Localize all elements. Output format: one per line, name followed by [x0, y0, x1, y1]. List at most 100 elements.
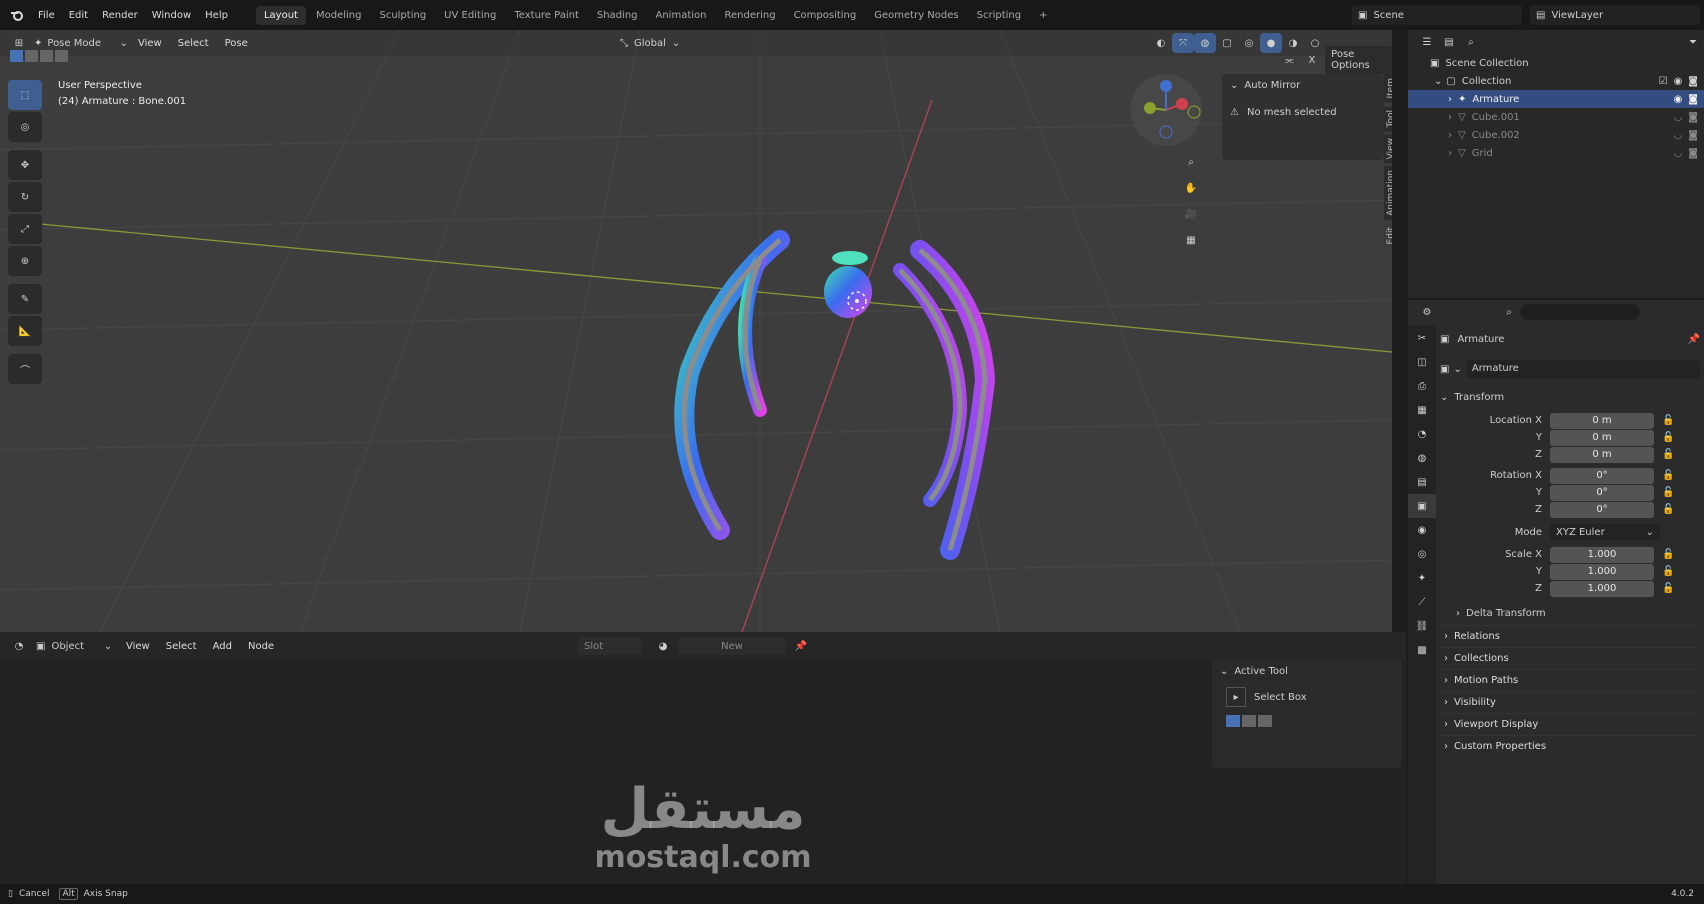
- armature-data-tab-icon[interactable]: ✦: [1408, 566, 1436, 590]
- location-y-field[interactable]: 0 m: [1550, 429, 1654, 446]
- outliner-row-cube002[interactable]: › ▽ Cube.002 ◡ ◙: [1408, 126, 1704, 144]
- object-tab-icon[interactable]: ▣: [1408, 494, 1436, 518]
- eye-closed-icon[interactable]: ◡: [1674, 130, 1683, 141]
- tab-texture-paint[interactable]: Texture Paint: [506, 6, 587, 25]
- menu-select[interactable]: Select: [166, 641, 197, 652]
- view-layer-tab-icon[interactable]: ▦: [1408, 398, 1436, 422]
- tab-compositing[interactable]: Compositing: [786, 6, 865, 25]
- transform-header[interactable]: ⌄ Transform: [1440, 386, 1700, 408]
- tab-animation[interactable]: Animation: [648, 6, 715, 25]
- scale-z-field[interactable]: 1.000: [1550, 580, 1654, 597]
- menu-help[interactable]: Help: [205, 10, 228, 21]
- xray-icon[interactable]: ▢: [1216, 33, 1238, 53]
- pose-options-button[interactable]: Pose Options: [1325, 46, 1392, 74]
- properties-editor[interactable]: ⚙ ⌕ ✂ ◫ ⎙ ▦ ◔ ◍ ▤ ▣ ◉ ◎ ✦ ⟋ ⛓ ▩ ▣ Armatu…: [1408, 300, 1704, 884]
- transform-tool-icon[interactable]: ⊕: [8, 246, 42, 276]
- lock-icon[interactable]: 🔓: [1662, 583, 1674, 594]
- location-z-field[interactable]: 0 m: [1550, 446, 1654, 463]
- relations-panel[interactable]: › Relations: [1440, 625, 1700, 647]
- scale-x-field[interactable]: 1.000: [1550, 546, 1654, 563]
- editor-type-icon[interactable]: ☰: [1416, 32, 1438, 52]
- annotate-tool-icon[interactable]: ✎: [8, 284, 42, 314]
- tab-modeling[interactable]: Modeling: [308, 6, 370, 25]
- cursor-tool-icon[interactable]: ◎: [8, 112, 42, 142]
- select-box-tool-icon[interactable]: ⬚: [8, 80, 42, 110]
- camera-icon[interactable]: ◙: [1688, 76, 1698, 87]
- rotation-mode-dropdown[interactable]: XYZ Euler ⌄: [1550, 524, 1660, 540]
- eye-icon[interactable]: ◉: [1674, 94, 1683, 105]
- collections-panel[interactable]: › Collections: [1440, 647, 1700, 669]
- outliner-row-grid[interactable]: › ▽ Grid ◡ ◙: [1408, 144, 1704, 162]
- editor-type-icon[interactable]: ⚙: [1416, 302, 1438, 322]
- texture-tab-icon[interactable]: ▩: [1408, 638, 1436, 662]
- lock-icon[interactable]: 🔓: [1662, 549, 1674, 560]
- tab-rendering[interactable]: Rendering: [716, 6, 783, 25]
- camera-icon[interactable]: ◙: [1688, 94, 1698, 105]
- search-icon[interactable]: ⌕: [1460, 32, 1482, 52]
- navigation-gizmo[interactable]: [1130, 74, 1202, 146]
- search-icon[interactable]: ⌕: [1498, 302, 1520, 322]
- pan-hand-icon[interactable]: ✋: [1180, 178, 1202, 198]
- select-box-icon[interactable]: ▸: [1226, 687, 1246, 707]
- tab-shading[interactable]: Shading: [589, 6, 646, 25]
- spider-model[interactable]: [674, 230, 996, 560]
- menu-file[interactable]: File: [38, 10, 55, 21]
- eye-closed-icon[interactable]: ◡: [1674, 148, 1683, 159]
- outliner-row-collection[interactable]: ⌄ ▢ Collection ☑ ◉ ◙: [1408, 72, 1704, 90]
- select-extend-icon[interactable]: [1242, 715, 1256, 727]
- outliner-row-armature[interactable]: › ✦ Armature ◉ ◙: [1408, 90, 1704, 108]
- lock-icon[interactable]: 🔓: [1662, 415, 1674, 426]
- filter-icon[interactable]: ⏷: [1682, 32, 1704, 52]
- lock-icon[interactable]: 🔓: [1662, 504, 1674, 515]
- outliner[interactable]: ☰ ▤ ⌕ ⏷ ▣ Scene Collection ⌄ ▢ Collectio…: [1408, 30, 1704, 298]
- menu-node[interactable]: Node: [248, 641, 274, 652]
- output-tab-icon[interactable]: ⎙: [1408, 374, 1436, 398]
- object-name-field[interactable]: Armature: [1465, 360, 1700, 378]
- world-tab-icon[interactable]: ◍: [1408, 446, 1436, 470]
- material-browse-icon[interactable]: ◕: [652, 636, 674, 656]
- x-axis-toggle[interactable]: X: [1303, 50, 1322, 70]
- physics-tab-icon[interactable]: ◎: [1408, 542, 1436, 566]
- lock-icon[interactable]: 🔓: [1662, 487, 1674, 498]
- 3d-viewport[interactable]: ⊞ ✦ Pose Mode ⌄ View Select Pose ⤡ Globa…: [0, 30, 1392, 632]
- editor-type-icon[interactable]: ◔: [8, 636, 30, 656]
- select-subtract-icon[interactable]: [40, 50, 53, 62]
- camera-icon[interactable]: ◙: [1688, 112, 1698, 123]
- auto-mirror-header[interactable]: ⌄ Auto Mirror: [1222, 74, 1384, 97]
- scene-tab-icon[interactable]: ◔: [1408, 422, 1436, 446]
- measure-tool-icon[interactable]: 📐: [8, 316, 42, 346]
- render-tab-icon[interactable]: ◫: [1408, 350, 1436, 374]
- rotation-x-field[interactable]: 0°: [1550, 467, 1654, 484]
- scene-selector[interactable]: ▣ Scene: [1352, 5, 1522, 25]
- object-selector[interactable]: ▣ Object ⌄: [36, 641, 112, 652]
- tab-view[interactable]: View: [1384, 133, 1392, 164]
- pin-icon[interactable]: 📌: [790, 636, 812, 656]
- menu-view[interactable]: View: [138, 38, 162, 49]
- pin-icon[interactable]: 📌: [1688, 334, 1700, 345]
- blender-logo-icon[interactable]: [6, 5, 28, 25]
- select-subtract-icon[interactable]: [1258, 715, 1272, 727]
- new-material-button[interactable]: New: [678, 637, 786, 655]
- camera-icon[interactable]: 🎥: [1180, 204, 1202, 224]
- mirror-x-icon[interactable]: ⫘: [1280, 50, 1299, 70]
- outliner-row-scene-collection[interactable]: ▣ Scene Collection: [1408, 54, 1704, 72]
- gizmo-icon[interactable]: ⤧: [1172, 33, 1194, 53]
- bone-tab-icon[interactable]: ⟋: [1408, 590, 1436, 614]
- orientation-selector[interactable]: ⤡ Global ⌄: [620, 38, 680, 49]
- visibility-icon[interactable]: ◐: [1150, 33, 1172, 53]
- menu-view[interactable]: View: [126, 641, 150, 652]
- motion-paths-panel[interactable]: › Motion Paths: [1440, 669, 1700, 691]
- select-invert-icon[interactable]: [55, 50, 68, 62]
- constraint-tab-icon[interactable]: ⛓: [1408, 614, 1436, 638]
- menu-add[interactable]: Add: [213, 641, 232, 652]
- collection-tab-icon[interactable]: ▤: [1408, 470, 1436, 494]
- solid-shading-icon[interactable]: ●: [1260, 33, 1282, 53]
- lock-icon[interactable]: 🔓: [1662, 470, 1674, 481]
- wireframe-shading-icon[interactable]: ◎: [1238, 33, 1260, 53]
- lock-icon[interactable]: 🔓: [1662, 432, 1674, 443]
- tab-scripting[interactable]: Scripting: [969, 6, 1029, 25]
- tab-layout[interactable]: Layout: [255, 5, 306, 25]
- menu-window[interactable]: Window: [152, 10, 191, 21]
- bone-tool-icon[interactable]: ⌒: [8, 354, 42, 384]
- outliner-row-cube001[interactable]: › ▽ Cube.001 ◡ ◙: [1408, 108, 1704, 126]
